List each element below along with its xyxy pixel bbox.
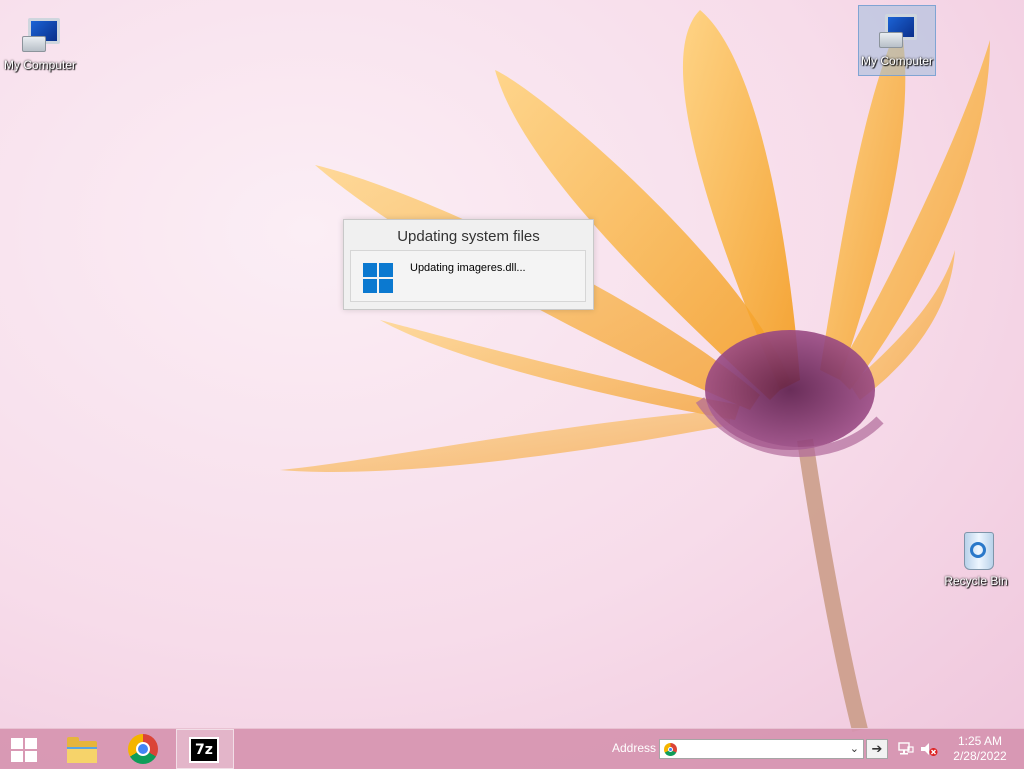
- desktop-icon-label: My Computer: [3, 58, 77, 72]
- chrome-icon: [664, 743, 677, 756]
- desktop-icon-my-computer-selected[interactable]: My Computer: [858, 5, 936, 76]
- computer-icon: [873, 10, 921, 54]
- system-clock[interactable]: 1:25 AM 2/28/2022: [942, 734, 1018, 764]
- dialog-title: Updating system files: [397, 228, 540, 245]
- windows-start-icon: [11, 738, 37, 762]
- taskbar-7zip[interactable]: 7z: [176, 729, 234, 769]
- update-dialog: Updating system files Updating imageres.…: [343, 219, 594, 310]
- dialog-body: Updating imageres.dll...: [350, 250, 586, 302]
- desktop-wallpaper: [280, 10, 990, 732]
- windows-logo-icon: [363, 263, 393, 293]
- desktop-icon-label: My Computer: [860, 54, 934, 68]
- desktop-icon-my-computer[interactable]: My Computer: [0, 14, 80, 72]
- desktop-icon-label: Recycle Bin: [944, 574, 1008, 588]
- chrome-icon: [128, 734, 158, 764]
- address-go-button[interactable]: ➔: [866, 739, 888, 759]
- dialog-message: Updating imageres.dll...: [410, 262, 526, 274]
- start-button[interactable]: [0, 729, 52, 769]
- address-label: Address: [612, 741, 657, 755]
- taskbar: 7z Address ⌄ ➔ 1:25 AM 2/28/2022: [0, 728, 1024, 769]
- chevron-down-icon[interactable]: ⌄: [850, 742, 859, 755]
- taskbar-chrome[interactable]: [116, 729, 168, 769]
- address-bar[interactable]: ⌄: [659, 739, 864, 759]
- clock-time: 1:25 AM: [957, 734, 1003, 748]
- taskbar-file-explorer[interactable]: [54, 729, 106, 769]
- file-explorer-icon: [67, 737, 97, 763]
- volume-muted-icon[interactable]: [920, 741, 938, 757]
- 7zip-icon: 7z: [189, 737, 219, 763]
- network-icon[interactable]: [898, 741, 914, 757]
- clock-date: 2/28/2022: [953, 749, 1007, 763]
- address-input[interactable]: [680, 741, 844, 759]
- desktop-icon-recycle-bin[interactable]: Recycle Bin: [936, 530, 1016, 588]
- recycle-bin-icon: [952, 530, 1000, 574]
- computer-icon: [16, 14, 64, 58]
